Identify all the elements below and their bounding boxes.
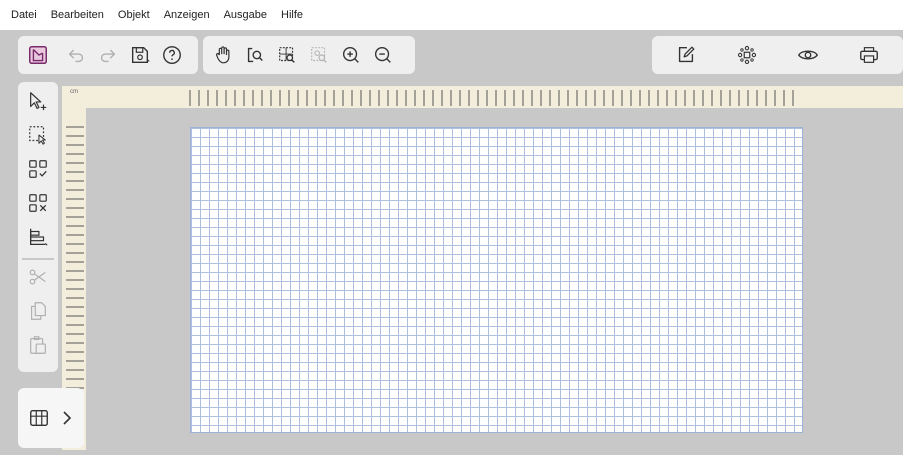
align-button[interactable]	[23, 222, 53, 252]
grid-canvas[interactable]	[190, 127, 803, 433]
menu-datei[interactable]: Datei	[11, 9, 37, 21]
redo-button[interactable]	[93, 40, 123, 70]
add-select-icon	[30, 92, 47, 111]
app-logo-button[interactable]	[23, 40, 53, 70]
paste-button[interactable]	[23, 330, 53, 360]
zoom-object-button[interactable]	[304, 40, 334, 70]
preview-mode-button[interactable]	[793, 40, 823, 70]
preview-icon	[797, 50, 818, 60]
copy-icon	[30, 302, 46, 320]
zoom-selection-button[interactable]	[272, 40, 302, 70]
select-all-icon	[29, 160, 47, 178]
grid-panel-icon	[30, 409, 48, 427]
menu-bar: Datei Bearbeiten Objekt Anzeigen Ausgabe…	[0, 0, 903, 30]
tool-sidebar	[18, 82, 58, 372]
redo-icon	[100, 49, 116, 63]
menu-hilfe[interactable]: Hilfe	[281, 9, 303, 21]
ruler-unit-label: cm	[70, 89, 78, 95]
save-button[interactable]	[125, 40, 155, 70]
marquee-select-icon	[29, 126, 46, 145]
horizontal-ruler-ticks	[189, 90, 794, 106]
hand-pan-icon	[215, 46, 230, 64]
zoom-in-icon	[342, 46, 359, 63]
menu-anzeigen[interactable]: Anzeigen	[164, 9, 210, 21]
menu-bearbeiten[interactable]: Bearbeiten	[51, 9, 104, 21]
sidebar-divider	[22, 258, 54, 260]
add-select-button[interactable]	[23, 86, 53, 116]
help-button[interactable]	[157, 40, 187, 70]
cut-icon	[29, 269, 46, 285]
arrange-mode-button[interactable]	[732, 40, 762, 70]
toolbar	[0, 30, 903, 82]
chevron-right-icon	[63, 411, 72, 425]
zoom-object-icon	[311, 47, 327, 63]
menu-ausgabe[interactable]: Ausgabe	[224, 9, 267, 21]
zoom-out-button[interactable]	[368, 40, 398, 70]
zoom-in-button[interactable]	[336, 40, 366, 70]
pan-button[interactable]	[208, 40, 238, 70]
horizontal-ruler	[62, 86, 903, 108]
zoom-page-icon	[247, 47, 263, 63]
print-mode-button[interactable]	[854, 40, 884, 70]
print-icon	[859, 47, 878, 63]
menu-objekt[interactable]: Objekt	[118, 9, 150, 21]
marquee-select-button[interactable]	[23, 120, 53, 150]
save-icon	[131, 46, 150, 64]
zoom-selection-icon	[279, 47, 295, 63]
toolbar-file-group	[18, 36, 198, 74]
grid-panel-toggle-button[interactable]	[18, 388, 84, 448]
zoom-page-button[interactable]	[240, 40, 270, 70]
help-icon	[163, 46, 181, 64]
app-logo-icon	[29, 46, 47, 64]
zoom-out-icon	[374, 46, 391, 63]
edit-mode-button[interactable]	[671, 40, 701, 70]
toolbar-view-group	[203, 36, 415, 74]
deselect-all-button[interactable]	[23, 188, 53, 218]
paste-icon	[30, 336, 46, 354]
edit-icon	[679, 46, 695, 63]
arrange-icon	[738, 45, 757, 65]
deselect-all-icon	[29, 194, 47, 212]
undo-icon	[68, 49, 84, 63]
cut-button[interactable]	[23, 262, 53, 292]
toolbar-mode-group	[652, 36, 903, 74]
undo-button[interactable]	[61, 40, 91, 70]
align-icon	[30, 228, 48, 246]
select-all-button[interactable]	[23, 154, 53, 184]
copy-button[interactable]	[23, 296, 53, 326]
